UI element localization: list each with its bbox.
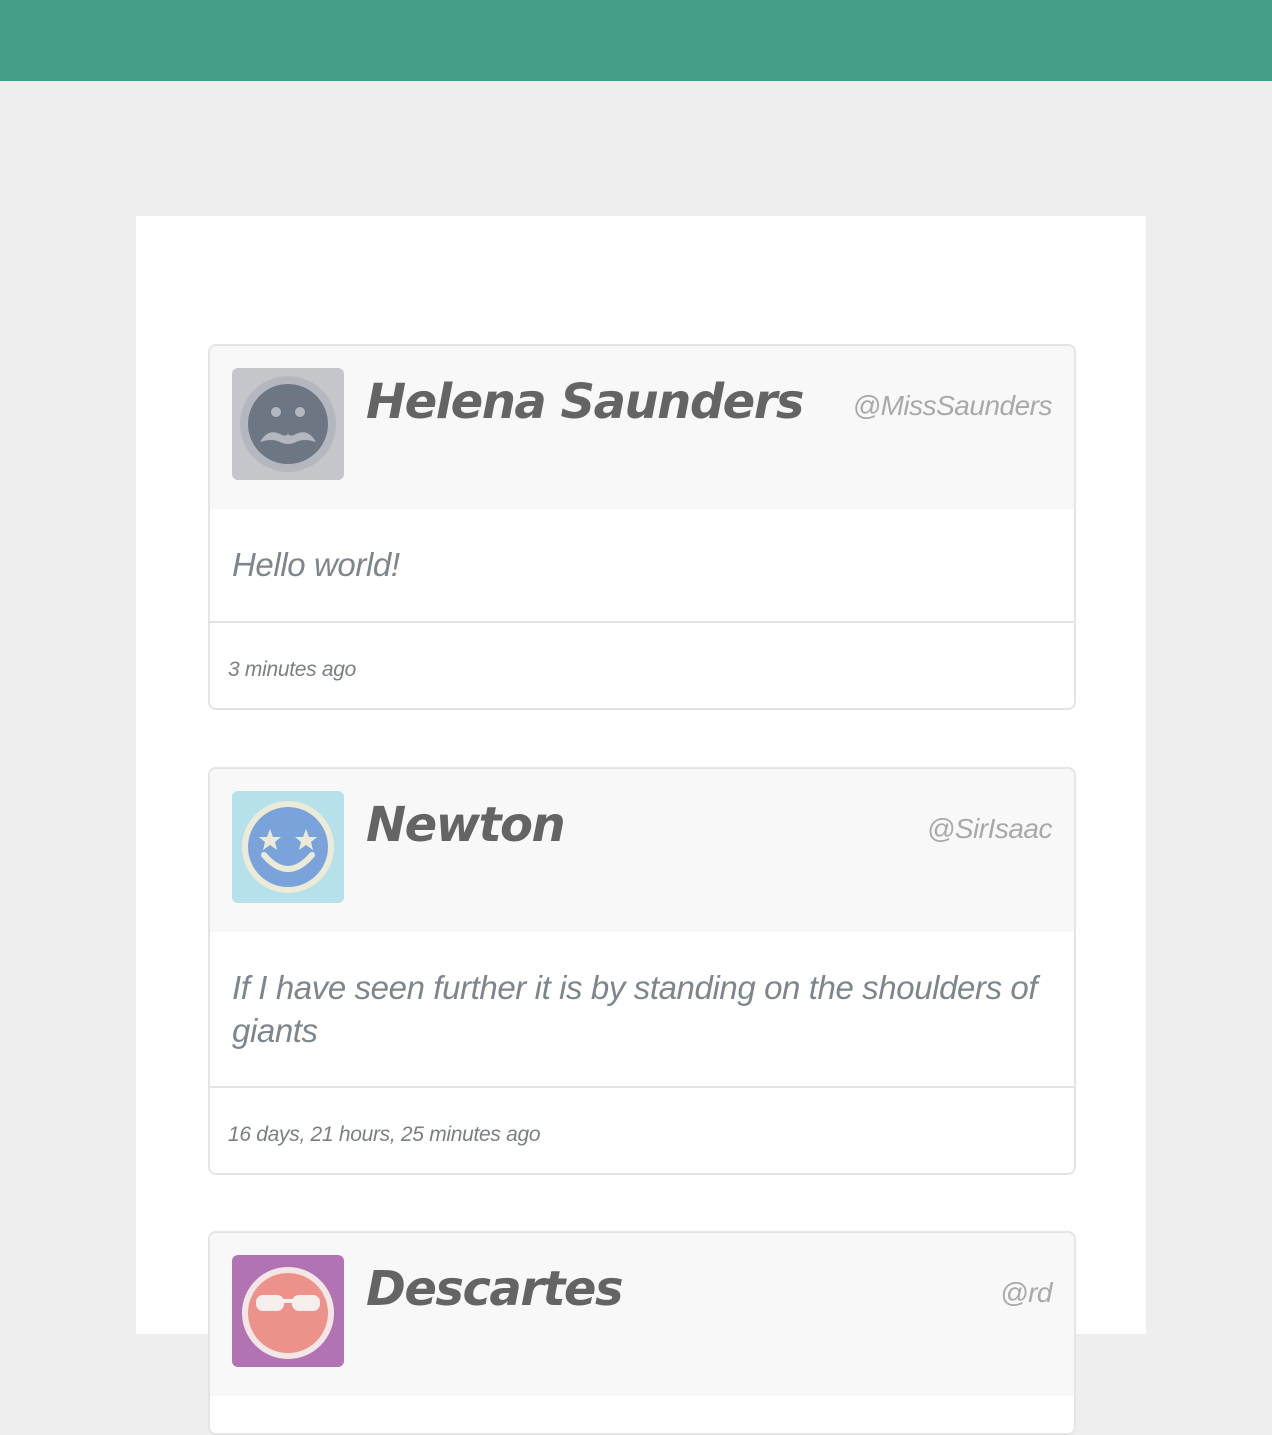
sunglasses-face-icon	[232, 1255, 344, 1367]
post-header: Descartes @rd	[210, 1233, 1074, 1396]
user-name[interactable]: Descartes	[366, 1261, 624, 1317]
star-eyes-face-icon	[232, 791, 344, 903]
post-card: Newton @SirIsaac If I have seen further …	[208, 767, 1076, 1175]
mustache-face-icon	[232, 368, 344, 480]
post-message: If I have seen further it is by standing…	[210, 932, 1074, 1088]
post-message: Hello world!	[210, 509, 1074, 623]
avatar[interactable]	[232, 1255, 344, 1367]
user-name[interactable]: Newton	[366, 797, 566, 853]
user-handle[interactable]: @MissSaunders	[853, 390, 1053, 422]
post-header: Helena Saunders @MissSaunders	[210, 346, 1074, 509]
feed-panel: Helena Saunders @MissSaunders Hello worl…	[136, 216, 1146, 1435]
top-bar	[0, 0, 1272, 81]
user-handle[interactable]: @SirIsaac	[927, 813, 1053, 845]
post-header: Newton @SirIsaac	[210, 769, 1074, 932]
post-card: Helena Saunders @MissSaunders Hello worl…	[208, 344, 1076, 710]
user-handle[interactable]: @rd	[1000, 1277, 1052, 1309]
post-timestamp: 16 days, 21 hours, 25 minutes ago	[228, 1123, 541, 1146]
user-name[interactable]: Helena Saunders	[366, 374, 804, 430]
post-card: Descartes @rd	[208, 1231, 1076, 1435]
avatar[interactable]	[232, 791, 344, 903]
avatar[interactable]	[232, 368, 344, 480]
post-timestamp: 3 minutes ago	[228, 658, 357, 681]
